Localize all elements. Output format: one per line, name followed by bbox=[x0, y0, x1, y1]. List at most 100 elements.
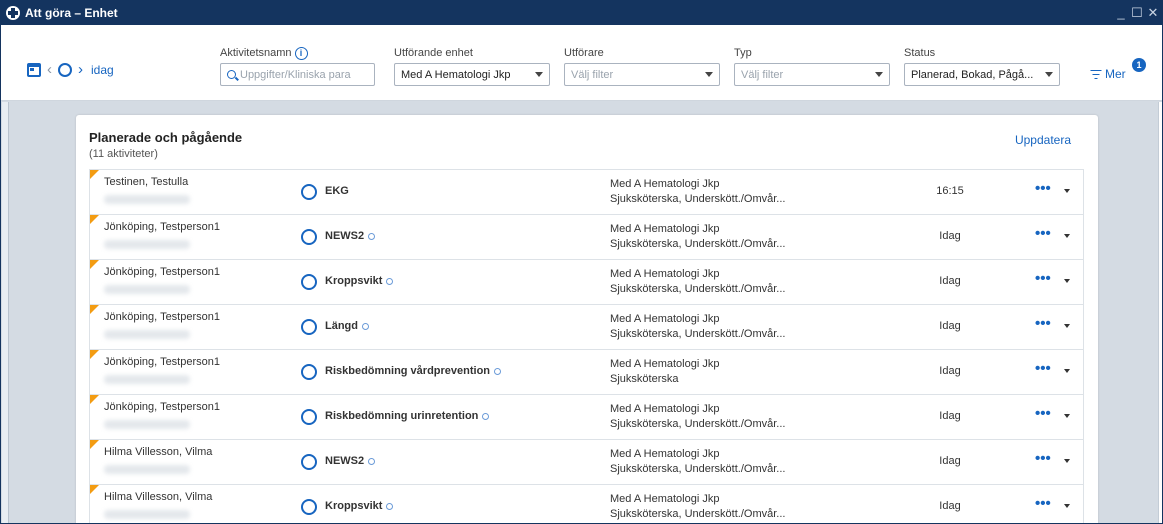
expand-row-icon[interactable] bbox=[1064, 369, 1070, 373]
activity-row[interactable]: Testinen, Testulla EKG Med A Hematologi … bbox=[89, 169, 1084, 214]
activity-row[interactable]: Jönköping, Testperson1 Riskbedömning uri… bbox=[89, 394, 1084, 439]
unit-info: Med A Hematologi Jkp Sjuksköterska, Under… bbox=[610, 267, 785, 297]
unit-select[interactable]: Med A Hematologi Jkp bbox=[394, 63, 550, 86]
previous-day-icon[interactable]: ‹ bbox=[47, 62, 52, 77]
activity-name[interactable]: NEWS2 bbox=[325, 455, 376, 467]
performer-select[interactable]: Välj filter bbox=[564, 63, 720, 86]
unit-roles: Sjuksköterska, Underskött./Omvår... bbox=[610, 328, 786, 340]
patient-name: Jönköping, Testperson1 bbox=[104, 401, 220, 413]
search-icon bbox=[227, 70, 236, 79]
activity-row[interactable]: Hilma Villesson, Vilma NEWS2 Med A Hemat… bbox=[89, 439, 1084, 484]
today-circle-icon[interactable] bbox=[58, 63, 72, 77]
next-day-icon[interactable]: › bbox=[78, 62, 83, 77]
patient-id-blurred bbox=[104, 465, 190, 474]
priority-flag-icon bbox=[90, 170, 99, 179]
status-circle-icon[interactable] bbox=[301, 364, 317, 380]
expand-row-icon[interactable] bbox=[1064, 414, 1070, 418]
unit-info: Med A Hematologi Jkp Sjuksköterska, Under… bbox=[610, 492, 785, 522]
activity-name[interactable]: Kroppsvikt bbox=[325, 275, 394, 287]
more-options-icon[interactable]: ••• bbox=[1035, 361, 1051, 376]
priority-flag-icon bbox=[90, 305, 99, 314]
close-button[interactable]: ✕ bbox=[1146, 3, 1160, 23]
app-window: Att göra – Enhet _ ☐ ✕ ‹ › idag Aktivite… bbox=[0, 0, 1163, 524]
activity-time: Idag bbox=[939, 275, 961, 287]
activity-row[interactable]: Jönköping, Testperson1 Kroppsvikt Med A … bbox=[89, 259, 1084, 304]
info-dot-icon bbox=[386, 277, 394, 285]
unit-name: Med A Hematologi Jkp bbox=[610, 313, 720, 325]
activity-row[interactable]: Jönköping, Testperson1 Riskbedömning vår… bbox=[89, 349, 1084, 394]
more-options-icon[interactable]: ••• bbox=[1035, 496, 1051, 511]
patient-id-blurred bbox=[104, 195, 190, 204]
filter-icon bbox=[1090, 69, 1101, 79]
activity-name[interactable]: EKG bbox=[325, 185, 349, 197]
patient-id-blurred bbox=[104, 330, 190, 339]
unit-name: Med A Hematologi Jkp bbox=[610, 448, 720, 460]
performer-filter-label: Utförare bbox=[564, 47, 604, 59]
more-options-icon[interactable]: ••• bbox=[1035, 226, 1051, 241]
activity-time: 16:15 bbox=[936, 185, 964, 197]
more-options-icon[interactable]: ••• bbox=[1035, 271, 1051, 286]
more-filters-button[interactable]: Mer bbox=[1090, 67, 1126, 81]
status-circle-icon[interactable] bbox=[301, 229, 317, 245]
filter-count-badge: 1 bbox=[1132, 58, 1146, 72]
expand-row-icon[interactable] bbox=[1064, 279, 1070, 283]
activity-search-input[interactable]: Uppgifter/Kliniska para bbox=[220, 63, 375, 86]
info-icon[interactable]: i bbox=[294, 46, 308, 60]
filter-bar: ‹ › idag Aktivitetsnamn i Uppgifter/Klin… bbox=[1, 25, 1162, 101]
activity-name[interactable]: Riskbedömning urinretention bbox=[325, 410, 490, 422]
unit-roles: Sjuksköterska bbox=[610, 373, 679, 385]
expand-row-icon[interactable] bbox=[1064, 324, 1070, 328]
activity-name[interactable]: Kroppsvikt bbox=[325, 500, 394, 512]
priority-flag-icon bbox=[90, 260, 99, 269]
activity-name[interactable]: Längd bbox=[325, 320, 369, 332]
activity-row[interactable]: Jönköping, Testperson1 Längd Med A Hemat… bbox=[89, 304, 1084, 349]
type-select[interactable]: Välj filter bbox=[734, 63, 890, 86]
calendar-icon[interactable] bbox=[27, 63, 41, 77]
unit-info: Med A Hematologi Jkp Sjuksköterska, Under… bbox=[610, 222, 785, 252]
info-dot-icon bbox=[368, 457, 376, 465]
activity-name[interactable]: Riskbedömning vårdprevention bbox=[325, 365, 502, 377]
status-select-value: Planerad, Bokad, Pågå... bbox=[911, 68, 1034, 81]
patient-name: Testinen, Testulla bbox=[104, 176, 189, 188]
app-logo-icon bbox=[6, 6, 20, 20]
status-circle-icon[interactable] bbox=[301, 454, 317, 470]
patient-name: Jönköping, Testperson1 bbox=[104, 356, 220, 368]
unit-name: Med A Hematologi Jkp bbox=[610, 403, 720, 415]
status-select[interactable]: Planerad, Bokad, Pågå... bbox=[904, 63, 1060, 86]
more-options-icon[interactable]: ••• bbox=[1035, 406, 1051, 421]
more-options-icon[interactable]: ••• bbox=[1035, 316, 1051, 331]
today-link[interactable]: idag bbox=[91, 63, 114, 77]
activity-row[interactable]: Jönköping, Testperson1 NEWS2 Med A Hemat… bbox=[89, 214, 1084, 259]
expand-row-icon[interactable] bbox=[1064, 234, 1070, 238]
info-dot-icon bbox=[494, 367, 502, 375]
expand-row-icon[interactable] bbox=[1064, 189, 1070, 193]
activity-name[interactable]: NEWS2 bbox=[325, 230, 376, 242]
status-circle-icon[interactable] bbox=[301, 319, 317, 335]
status-circle-icon[interactable] bbox=[301, 409, 317, 425]
info-dot-icon bbox=[368, 232, 376, 240]
priority-flag-icon bbox=[90, 440, 99, 449]
info-dot-icon bbox=[362, 322, 369, 330]
activity-name-text: NEWS2 bbox=[325, 455, 365, 467]
activity-row[interactable]: Hilma Villesson, Vilma Kroppsvikt Med A … bbox=[89, 484, 1084, 523]
maximize-button[interactable]: ☐ bbox=[1130, 3, 1144, 23]
status-circle-icon[interactable] bbox=[301, 499, 317, 515]
status-circle-icon[interactable] bbox=[301, 184, 317, 200]
minimize-button[interactable]: _ bbox=[1114, 3, 1128, 23]
priority-flag-icon bbox=[90, 215, 99, 224]
unit-roles: Sjuksköterska, Underskött./Omvår... bbox=[610, 193, 786, 205]
activity-name-text: NEWS2 bbox=[325, 230, 365, 242]
unit-name: Med A Hematologi Jkp bbox=[610, 268, 720, 280]
expand-row-icon[interactable] bbox=[1064, 504, 1070, 508]
expand-row-icon[interactable] bbox=[1064, 459, 1070, 463]
activity-name-text: Riskbedömning urinretention bbox=[325, 410, 479, 422]
activity-name-text: Riskbedömning vårdprevention bbox=[325, 365, 491, 377]
more-options-icon[interactable]: ••• bbox=[1035, 451, 1051, 466]
refresh-button[interactable]: Uppdatera bbox=[1015, 133, 1071, 147]
activity-time: Idag bbox=[939, 410, 961, 422]
patient-id-blurred bbox=[104, 420, 190, 429]
activity-name-text: EKG bbox=[325, 185, 349, 197]
status-circle-icon[interactable] bbox=[301, 274, 317, 290]
more-options-icon[interactable]: ••• bbox=[1035, 181, 1051, 196]
activity-time: Idag bbox=[939, 365, 961, 377]
